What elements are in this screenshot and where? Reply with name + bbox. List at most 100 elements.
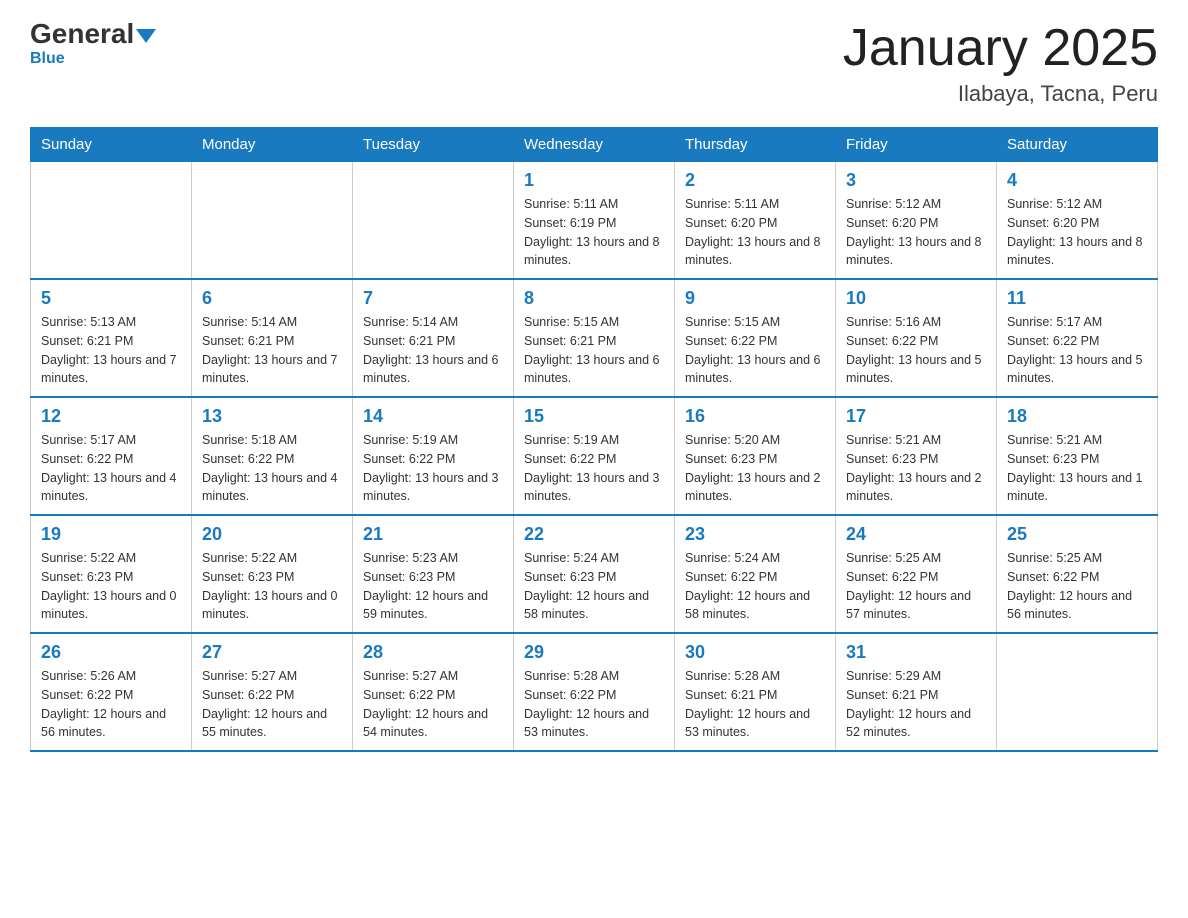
day-cell (353, 162, 514, 280)
logo: General Blue (30, 20, 156, 68)
day-info: Sunrise: 5:28 AM Sunset: 6:21 PM Dayligh… (685, 667, 825, 742)
day-info: Sunrise: 5:19 AM Sunset: 6:22 PM Dayligh… (524, 431, 664, 506)
day-number: 7 (363, 288, 503, 309)
day-number: 9 (685, 288, 825, 309)
day-cell: 15 Sunrise: 5:19 AM Sunset: 6:22 PM Dayli… (514, 397, 675, 515)
logo-triangle-icon (136, 29, 156, 43)
day-cell: 1Sunrise: 5:11 AM Sunset: 6:19 PM Daylig… (514, 162, 675, 280)
day-info: Sunrise: 5:22 AM Sunset: 6:23 PM Dayligh… (202, 549, 342, 624)
day-cell: 23 Sunrise: 5:24 AM Sunset: 6:22 PM Dayli… (675, 515, 836, 633)
day-info: Sunrise: 5:29 AM Sunset: 6:21 PM Dayligh… (846, 667, 986, 742)
calendar-table: SundayMondayTuesdayWednesdayThursdayFrid… (30, 127, 1158, 752)
day-number: 5 (41, 288, 181, 309)
day-number: 13 (202, 406, 342, 427)
day-number: 25 (1007, 524, 1147, 545)
day-info: Sunrise: 5:11 AM Sunset: 6:19 PM Dayligh… (524, 195, 664, 270)
page-header: General Blue January 2025 Ilabaya, Tacna… (30, 20, 1158, 107)
header-cell-friday: Friday (836, 128, 997, 162)
day-number: 10 (846, 288, 986, 309)
week-row-5: 26Sunrise: 5:26 AM Sunset: 6:22 PM Dayli… (31, 633, 1158, 751)
day-cell: 12 Sunrise: 5:17 AM Sunset: 6:22 PM Dayli… (31, 397, 192, 515)
day-info: Sunrise: 5:22 AM Sunset: 6:23 PM Dayligh… (41, 549, 181, 624)
day-info: Sunrise: 5:17 AM Sunset: 6:22 PM Dayligh… (1007, 313, 1147, 388)
header-cell-tuesday: Tuesday (353, 128, 514, 162)
header-cell-saturday: Saturday (997, 128, 1158, 162)
day-info: Sunrise: 5:11 AM Sunset: 6:20 PM Dayligh… (685, 195, 825, 270)
day-number: 24 (846, 524, 986, 545)
day-number: 17 (846, 406, 986, 427)
day-info: Sunrise: 5:27 AM Sunset: 6:22 PM Dayligh… (363, 667, 503, 742)
day-info: Sunrise: 5:13 AM Sunset: 6:21 PM Dayligh… (41, 313, 181, 388)
header-row: SundayMondayTuesdayWednesdayThursdayFrid… (31, 128, 1158, 162)
day-info: Sunrise: 5:16 AM Sunset: 6:22 PM Dayligh… (846, 313, 986, 388)
day-cell (997, 633, 1158, 751)
day-cell: 14 Sunrise: 5:19 AM Sunset: 6:22 PM Dayli… (353, 397, 514, 515)
day-cell: 25Sunrise: 5:25 AM Sunset: 6:22 PM Dayli… (997, 515, 1158, 633)
day-cell: 17 Sunrise: 5:21 AM Sunset: 6:23 PM Dayli… (836, 397, 997, 515)
day-number: 4 (1007, 170, 1147, 191)
logo-blue: Blue (30, 50, 65, 68)
day-cell (31, 162, 192, 280)
day-number: 20 (202, 524, 342, 545)
day-number: 18 (1007, 406, 1147, 427)
day-number: 29 (524, 642, 664, 663)
day-cell: 27 Sunrise: 5:27 AM Sunset: 6:22 PM Dayli… (192, 633, 353, 751)
day-number: 28 (363, 642, 503, 663)
day-cell: 7 Sunrise: 5:14 AM Sunset: 6:21 PM Daylig… (353, 279, 514, 397)
day-number: 23 (685, 524, 825, 545)
day-cell: 8Sunrise: 5:15 AM Sunset: 6:21 PM Daylig… (514, 279, 675, 397)
day-info: Sunrise: 5:12 AM Sunset: 6:20 PM Dayligh… (1007, 195, 1147, 270)
day-info: Sunrise: 5:21 AM Sunset: 6:23 PM Dayligh… (1007, 431, 1147, 506)
day-info: Sunrise: 5:19 AM Sunset: 6:22 PM Dayligh… (363, 431, 503, 506)
day-info: Sunrise: 5:24 AM Sunset: 6:22 PM Dayligh… (685, 549, 825, 624)
day-number: 19 (41, 524, 181, 545)
day-cell: 10 Sunrise: 5:16 AM Sunset: 6:22 PM Dayli… (836, 279, 997, 397)
day-cell: 31 Sunrise: 5:29 AM Sunset: 6:21 PM Dayli… (836, 633, 997, 751)
day-info: Sunrise: 5:24 AM Sunset: 6:23 PM Dayligh… (524, 549, 664, 624)
week-row-3: 12 Sunrise: 5:17 AM Sunset: 6:22 PM Dayli… (31, 397, 1158, 515)
day-cell: 4 Sunrise: 5:12 AM Sunset: 6:20 PM Daylig… (997, 162, 1158, 280)
header-cell-sunday: Sunday (31, 128, 192, 162)
day-number: 22 (524, 524, 664, 545)
calendar-body: 1Sunrise: 5:11 AM Sunset: 6:19 PM Daylig… (31, 162, 1158, 752)
day-cell: 5 Sunrise: 5:13 AM Sunset: 6:21 PM Daylig… (31, 279, 192, 397)
week-row-2: 5 Sunrise: 5:13 AM Sunset: 6:21 PM Daylig… (31, 279, 1158, 397)
day-cell: 22 Sunrise: 5:24 AM Sunset: 6:23 PM Dayli… (514, 515, 675, 633)
day-cell: 29Sunrise: 5:28 AM Sunset: 6:22 PM Dayli… (514, 633, 675, 751)
day-number: 27 (202, 642, 342, 663)
day-cell: 21Sunrise: 5:23 AM Sunset: 6:23 PM Dayli… (353, 515, 514, 633)
day-info: Sunrise: 5:15 AM Sunset: 6:21 PM Dayligh… (524, 313, 664, 388)
calendar-title: January 2025 (843, 20, 1158, 77)
day-info: Sunrise: 5:15 AM Sunset: 6:22 PM Dayligh… (685, 313, 825, 388)
day-cell: 6Sunrise: 5:14 AM Sunset: 6:21 PM Daylig… (192, 279, 353, 397)
day-cell: 11Sunrise: 5:17 AM Sunset: 6:22 PM Dayli… (997, 279, 1158, 397)
week-row-4: 19 Sunrise: 5:22 AM Sunset: 6:23 PM Dayli… (31, 515, 1158, 633)
header-cell-wednesday: Wednesday (514, 128, 675, 162)
logo-general: General (30, 18, 134, 49)
day-cell: 26Sunrise: 5:26 AM Sunset: 6:22 PM Dayli… (31, 633, 192, 751)
day-number: 2 (685, 170, 825, 191)
day-info: Sunrise: 5:21 AM Sunset: 6:23 PM Dayligh… (846, 431, 986, 506)
day-number: 14 (363, 406, 503, 427)
day-cell: 16Sunrise: 5:20 AM Sunset: 6:23 PM Dayli… (675, 397, 836, 515)
day-cell: 30Sunrise: 5:28 AM Sunset: 6:21 PM Dayli… (675, 633, 836, 751)
day-info: Sunrise: 5:20 AM Sunset: 6:23 PM Dayligh… (685, 431, 825, 506)
day-cell: 19 Sunrise: 5:22 AM Sunset: 6:23 PM Dayli… (31, 515, 192, 633)
day-cell: 18 Sunrise: 5:21 AM Sunset: 6:23 PM Dayli… (997, 397, 1158, 515)
calendar-header: SundayMondayTuesdayWednesdayThursdayFrid… (31, 128, 1158, 162)
day-number: 15 (524, 406, 664, 427)
day-info: Sunrise: 5:27 AM Sunset: 6:22 PM Dayligh… (202, 667, 342, 742)
day-info: Sunrise: 5:18 AM Sunset: 6:22 PM Dayligh… (202, 431, 342, 506)
day-info: Sunrise: 5:14 AM Sunset: 6:21 PM Dayligh… (363, 313, 503, 388)
day-cell: 13 Sunrise: 5:18 AM Sunset: 6:22 PM Dayli… (192, 397, 353, 515)
day-number: 31 (846, 642, 986, 663)
day-info: Sunrise: 5:17 AM Sunset: 6:22 PM Dayligh… (41, 431, 181, 506)
header-cell-thursday: Thursday (675, 128, 836, 162)
day-cell: 2 Sunrise: 5:11 AM Sunset: 6:20 PM Daylig… (675, 162, 836, 280)
calendar-subtitle: Ilabaya, Tacna, Peru (843, 81, 1158, 107)
day-number: 12 (41, 406, 181, 427)
day-cell: 28 Sunrise: 5:27 AM Sunset: 6:22 PM Dayli… (353, 633, 514, 751)
week-row-1: 1Sunrise: 5:11 AM Sunset: 6:19 PM Daylig… (31, 162, 1158, 280)
day-number: 21 (363, 524, 503, 545)
day-cell: 9 Sunrise: 5:15 AM Sunset: 6:22 PM Daylig… (675, 279, 836, 397)
